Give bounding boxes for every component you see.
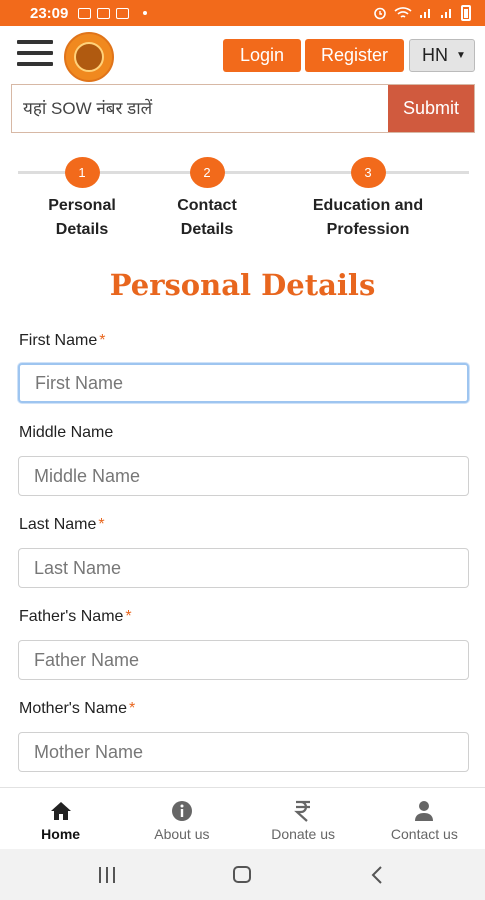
nav-label: Contact us: [390, 826, 458, 842]
first-name-input[interactable]: [18, 363, 469, 403]
system-nav-bar: [0, 849, 485, 900]
home-icon: [50, 800, 72, 822]
signal-icon: [420, 9, 430, 18]
step-label: Contact Details: [177, 197, 237, 238]
step-number: 2: [189, 157, 225, 188]
sow-search-bar: Submit: [11, 84, 475, 133]
middle-name-input[interactable]: [18, 456, 469, 496]
step-personal-details[interactable]: 1 Personal Details: [32, 157, 132, 242]
back-icon[interactable]: [370, 865, 384, 885]
more-notifications-icon: [143, 11, 148, 15]
info-icon: [171, 800, 193, 822]
step-number: 3: [350, 157, 386, 188]
language-select[interactable]: HN ▼: [409, 39, 475, 72]
father-name-label: Father's Name *: [19, 608, 132, 625]
home-button-icon[interactable]: [233, 866, 251, 883]
battery-icon: [461, 5, 471, 21]
status-bar: 23:09: [0, 0, 485, 26]
mother-name-label: Mother's Name *: [19, 700, 136, 717]
first-name-label: First Name *: [19, 332, 106, 349]
nav-donate-us[interactable]: Donate us: [243, 788, 364, 849]
nav-label: Donate us: [271, 826, 336, 842]
nav-label: Home: [41, 826, 81, 842]
app-logo[interactable]: [64, 32, 114, 82]
app-header: Login Register HN ▼: [0, 26, 485, 84]
app-notification-icon: [97, 7, 111, 19]
last-name-input[interactable]: [18, 548, 469, 588]
dropdown-caret-icon: ▼: [456, 50, 466, 61]
register-button[interactable]: Register: [305, 39, 404, 72]
recents-icon[interactable]: [99, 867, 115, 883]
last-name-label: Last Name *: [19, 516, 105, 533]
step-education-profession[interactable]: 3 Education and Profession: [290, 157, 446, 242]
rupee-icon: [292, 800, 314, 822]
middle-name-label: Middle Name: [19, 424, 114, 441]
media-notification-icon: [116, 7, 130, 19]
language-value: HN: [422, 45, 448, 65]
sow-submit-button[interactable]: Submit: [388, 85, 474, 132]
signal-icon-2: [441, 9, 451, 18]
nav-contact-us[interactable]: Contact us: [364, 788, 485, 849]
image-notification-icon: [78, 7, 92, 19]
sow-number-input[interactable]: [12, 85, 388, 132]
form-title: Personal Details: [109, 268, 376, 302]
mother-name-input[interactable]: [18, 732, 469, 772]
nav-label: About us: [154, 826, 210, 842]
father-name-input[interactable]: [18, 640, 469, 680]
login-button[interactable]: Login: [223, 39, 301, 72]
wifi-icon: [394, 7, 412, 18]
bottom-nav: Home About us Donate us Contact us: [0, 787, 485, 849]
nav-about-us[interactable]: About us: [121, 788, 242, 849]
user-icon: [413, 800, 435, 822]
alarm-icon: [374, 7, 386, 20]
status-time: 23:09: [30, 4, 69, 22]
step-number: 1: [64, 157, 100, 188]
step-label: Personal Details: [48, 197, 116, 238]
nav-home[interactable]: Home: [0, 788, 121, 849]
menu-icon[interactable]: [17, 40, 53, 66]
step-label: Education and Profession: [312, 197, 424, 238]
step-contact-details[interactable]: 2 Contact Details: [157, 157, 257, 242]
